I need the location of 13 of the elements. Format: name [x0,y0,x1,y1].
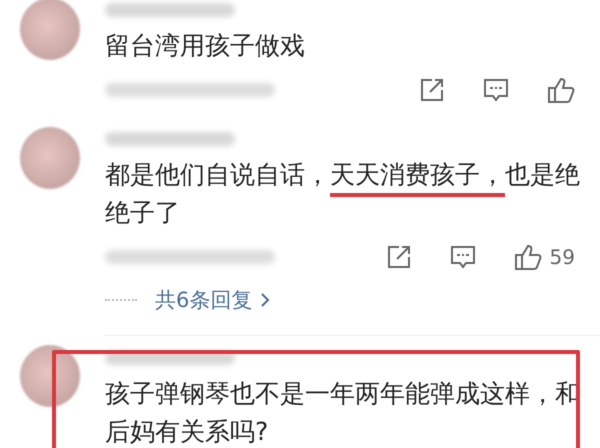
chevron-right-icon[interactable] [260,292,270,308]
like-count: 59 [550,245,575,269]
share-icon[interactable] [386,244,412,270]
view-replies-link[interactable]: 共6条回复 [155,287,252,313]
comment-text: 留台湾用孩子做戏 [105,30,306,62]
comment-icon[interactable] [450,244,476,270]
dotted-line [105,299,137,301]
comment-text: 都是他们自说自话，天天消费孩子，也是绝绝子了 [105,159,581,229]
share-icon[interactable] [419,77,445,103]
thumbs-up-icon[interactable] [547,76,575,104]
avatar-photo[interactable] [20,345,80,407]
comment-icon[interactable] [483,77,509,103]
thumbs-up-icon[interactable] [514,243,542,271]
